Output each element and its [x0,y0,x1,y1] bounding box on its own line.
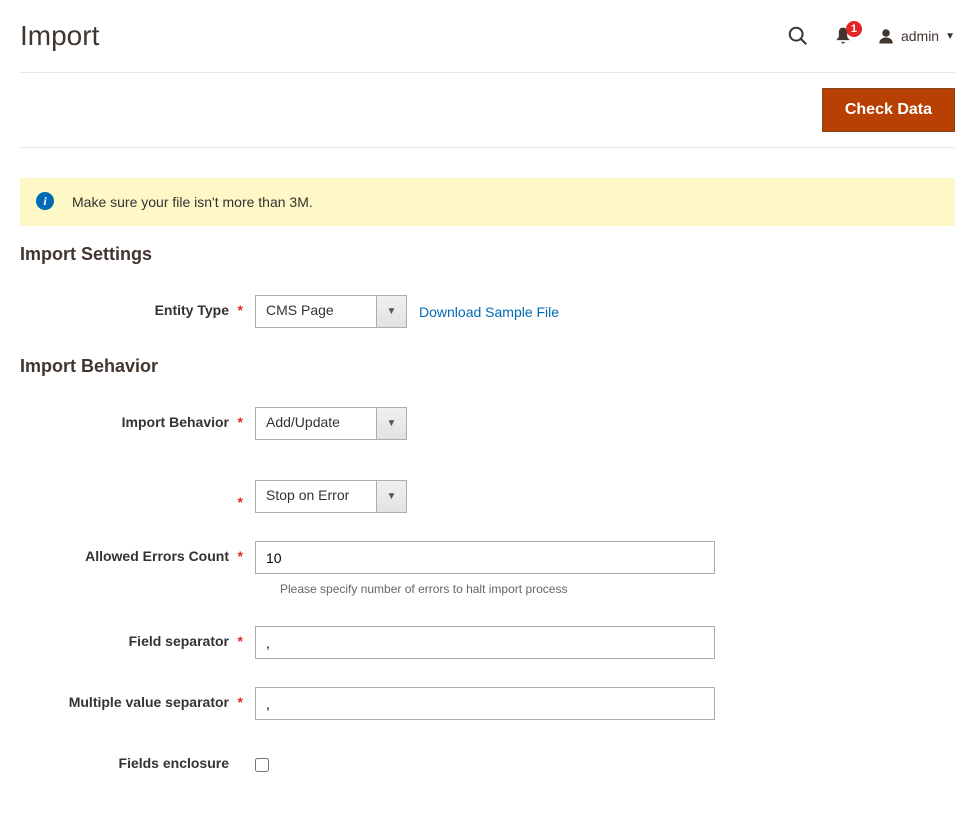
caret-down-icon: ▼ [945,31,955,42]
allowed-errors-input[interactable] [255,541,715,574]
notification-badge: 1 [846,21,862,37]
required-marker: * [238,494,243,510]
page-header: Import 1 admin ▼ [20,20,955,73]
validation-strategy-select[interactable]: Stop on Error ▼ [255,480,407,513]
download-sample-link[interactable]: Download Sample File [419,304,559,320]
import-behavior-value: Add/Update [256,408,376,439]
required-marker: * [238,302,243,318]
toolbar: Check Data [20,88,955,148]
page-title: Import [20,20,99,52]
field-separator-input[interactable] [255,626,715,659]
entity-type-value: CMS Page [256,296,376,327]
import-behavior-label: Import Behavior [122,414,229,430]
entity-type-select[interactable]: CMS Page ▼ [255,295,407,328]
admin-username: admin [901,28,939,44]
entity-type-label: Entity Type [155,302,229,318]
required-marker: * [238,633,243,649]
required-marker: * [238,694,243,710]
search-icon[interactable] [787,25,809,47]
import-settings-heading: Import Settings [20,244,955,265]
fields-enclosure-label: Fields enclosure [119,755,229,771]
notifications-icon[interactable]: 1 [833,26,853,46]
info-message: i Make sure your file isn't more than 3M… [20,178,955,226]
required-marker: * [238,414,243,430]
check-data-button[interactable]: Check Data [822,88,955,132]
info-message-text: Make sure your file isn't more than 3M. [72,194,313,210]
chevron-down-icon: ▼ [376,481,406,512]
allowed-errors-help: Please specify number of errors to halt … [280,582,955,596]
field-separator-label: Field separator [129,633,229,649]
fields-enclosure-checkbox[interactable] [255,758,269,772]
allowed-errors-label: Allowed Errors Count [85,548,229,564]
required-marker: * [238,548,243,564]
validation-strategy-value: Stop on Error [256,481,376,512]
chevron-down-icon: ▼ [376,296,406,327]
import-behavior-select[interactable]: Add/Update ▼ [255,407,407,440]
admin-user-menu[interactable]: admin ▼ [877,27,955,45]
multi-value-separator-input[interactable] [255,687,715,720]
user-icon [877,27,895,45]
import-behavior-heading: Import Behavior [20,356,955,377]
multi-value-separator-label: Multiple value separator [69,694,229,710]
chevron-down-icon: ▼ [376,408,406,439]
info-icon: i [36,192,54,210]
